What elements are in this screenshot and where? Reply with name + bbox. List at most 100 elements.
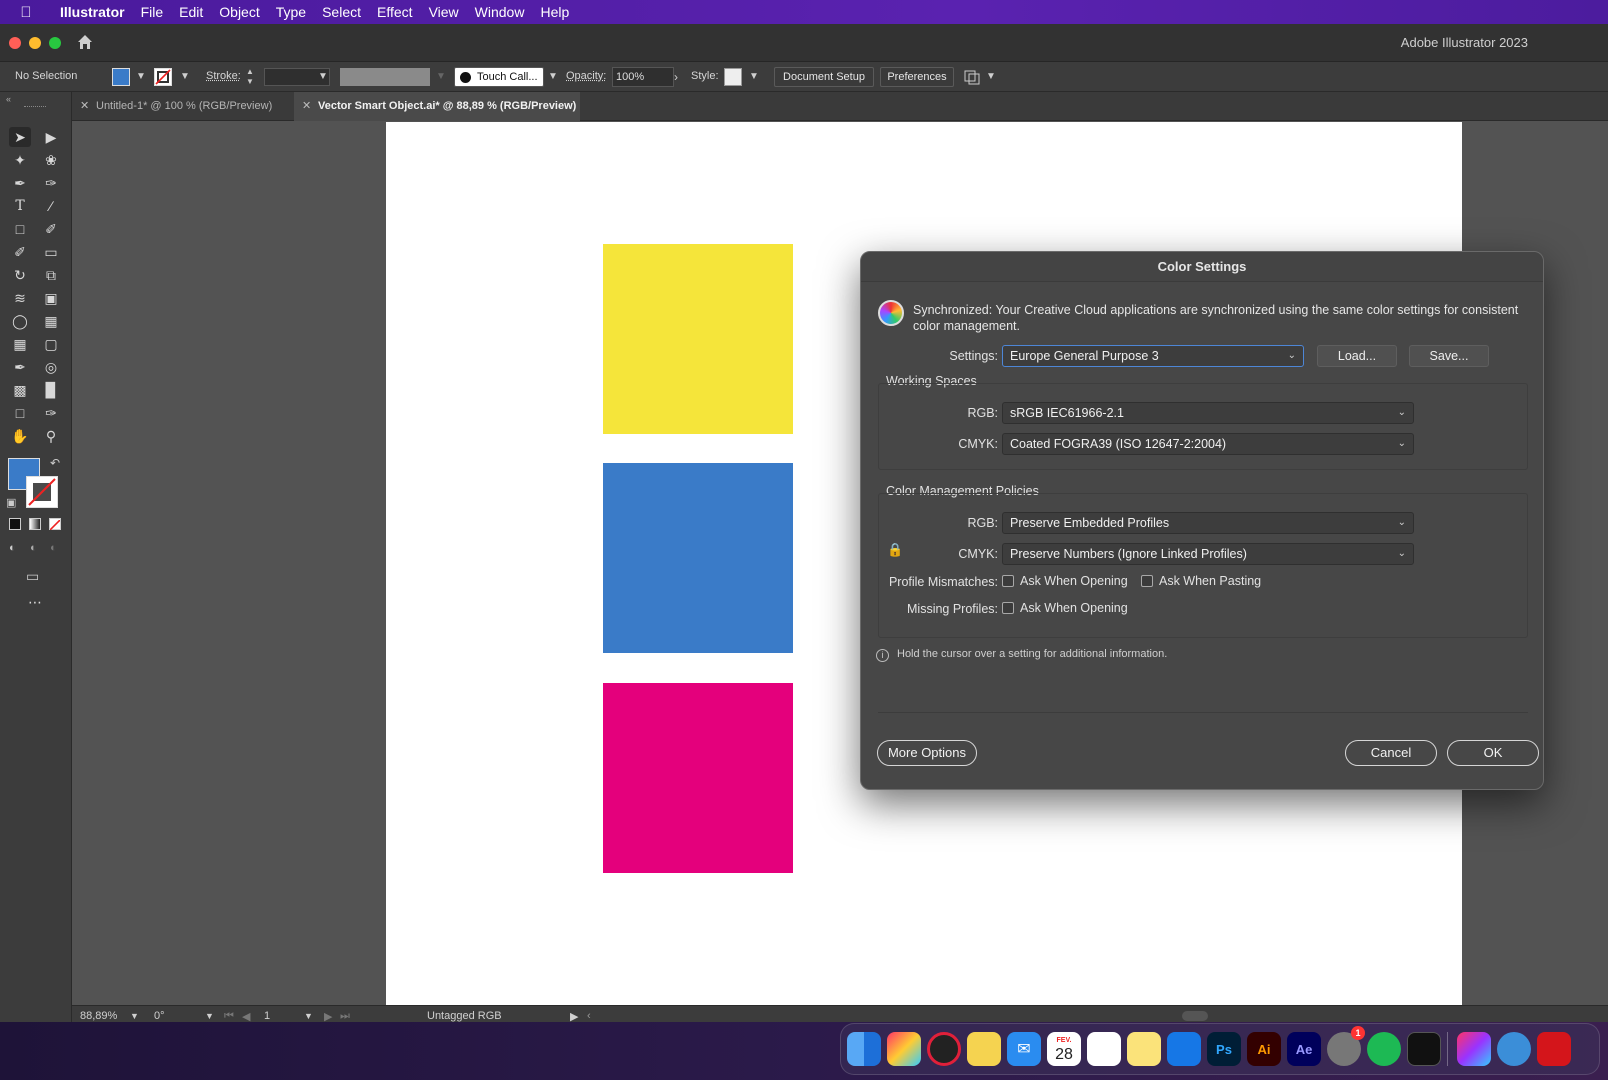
- stroke-stepper[interactable]: ▲ ▼: [246, 67, 258, 87]
- activity-monitor-icon[interactable]: [1407, 1032, 1441, 1066]
- mail-icon[interactable]: ✉: [1007, 1032, 1041, 1066]
- zoom-dropdown-icon[interactable]: ▼: [130, 1011, 139, 1021]
- policy-rgb-select[interactable]: Preserve Embedded Profiles ⌄: [1002, 512, 1414, 534]
- reminders-icon[interactable]: [1087, 1032, 1121, 1066]
- photoshop-icon[interactable]: Ps: [1207, 1032, 1241, 1066]
- finder-icon[interactable]: [847, 1032, 881, 1066]
- scroll-left-icon[interactable]: ‹: [587, 1010, 591, 1022]
- width-tool-icon[interactable]: ≋: [9, 288, 31, 308]
- menu-app-name[interactable]: Illustrator: [52, 4, 133, 20]
- shaper-tool-icon[interactable]: ✐: [9, 242, 31, 262]
- curvature-tool-icon[interactable]: ✑: [40, 173, 62, 193]
- menu-view[interactable]: View: [421, 4, 467, 20]
- working-cmyk-select[interactable]: Coated FOGRA39 (ISO 12647-2:2004) ⌄: [1002, 433, 1414, 455]
- brush-definition-select[interactable]: Touch Call...: [454, 67, 544, 87]
- opacity-arrow-icon[interactable]: ›: [674, 70, 678, 84]
- arrange-documents-icon[interactable]: [964, 69, 980, 88]
- close-tab-icon[interactable]: ✕: [302, 92, 311, 121]
- system-settings-icon[interactable]: 1: [1327, 1026, 1365, 1066]
- stroke-dropdown-icon[interactable]: ▼: [180, 71, 190, 82]
- notes-app-icon[interactable]: [1127, 1032, 1161, 1066]
- ask-when-opening-checkbox[interactable]: [1002, 575, 1014, 587]
- horizontal-scrollbar-thumb[interactable]: [1182, 1011, 1208, 1021]
- close-window-button[interactable]: [9, 37, 21, 49]
- magic-wand-tool-icon[interactable]: ✦: [9, 150, 31, 170]
- minimize-window-button[interactable]: [29, 37, 41, 49]
- rotation-dropdown-icon[interactable]: ▼: [205, 1011, 214, 1021]
- illustrator-icon[interactable]: Ai: [1247, 1032, 1281, 1066]
- menu-file[interactable]: File: [133, 4, 172, 20]
- load-button[interactable]: Load...: [1317, 345, 1397, 367]
- edit-toolbar-icon[interactable]: ⋯: [28, 594, 43, 611]
- none-mode-icon[interactable]: [49, 518, 61, 531]
- quicktime-icon[interactable]: [1497, 1032, 1531, 1066]
- more-options-button[interactable]: More Options: [877, 740, 977, 766]
- swap-fill-stroke-icon[interactable]: ↶: [50, 456, 60, 470]
- acrobat-icon[interactable]: [1537, 1032, 1571, 1066]
- symbol-sprayer-tool-icon[interactable]: ▩: [9, 380, 31, 400]
- type-tool-icon[interactable]: T: [9, 196, 31, 216]
- yellow-square[interactable]: [603, 244, 793, 434]
- screen-mode-icon[interactable]: ▭: [26, 568, 39, 585]
- mesh-tool-icon[interactable]: ▦: [9, 334, 31, 354]
- launchpad-icon[interactable]: [887, 1032, 921, 1066]
- menu-help[interactable]: Help: [532, 4, 577, 20]
- eraser-tool-icon[interactable]: ▭: [40, 242, 62, 262]
- close-tab-icon[interactable]: ✕: [80, 92, 89, 121]
- cancel-button[interactable]: Cancel: [1345, 740, 1437, 766]
- scale-tool-icon[interactable]: ⧉: [40, 265, 62, 285]
- default-fill-stroke-icon[interactable]: ▣: [6, 496, 16, 509]
- free-transform-tool-icon[interactable]: ▣: [40, 288, 62, 308]
- apple-icon[interactable]: : [0, 4, 52, 21]
- zoom-tool-icon[interactable]: ⚲: [40, 426, 62, 446]
- menu-effect[interactable]: Effect: [369, 4, 421, 20]
- notes-icon[interactable]: [967, 1032, 1001, 1066]
- blue-square[interactable]: [603, 463, 793, 653]
- fill-swatch[interactable]: [112, 68, 130, 86]
- profile-dropdown-icon[interactable]: ▼: [436, 71, 446, 82]
- graphic-style-swatch[interactable]: [724, 68, 742, 86]
- color-mode-icon[interactable]: [9, 518, 21, 530]
- stroke-color-swatch[interactable]: [26, 476, 58, 508]
- creative-cloud-icon[interactable]: [1457, 1032, 1491, 1066]
- calendar-icon[interactable]: FEV. 28: [1047, 1032, 1081, 1066]
- save-button[interactable]: Save...: [1409, 345, 1489, 367]
- fill-dropdown-icon[interactable]: ▼: [136, 71, 146, 82]
- magenta-square[interactable]: [603, 683, 793, 873]
- brush-dropdown-icon[interactable]: ▼: [548, 71, 558, 82]
- panel-grip[interactable]: [24, 106, 46, 108]
- missing-ask-when-opening-checkbox[interactable]: [1002, 602, 1014, 614]
- perspective-grid-tool-icon[interactable]: ▦: [40, 311, 62, 331]
- slice-tool-icon[interactable]: ✑: [40, 403, 62, 423]
- settings-select[interactable]: Europe General Purpose 3 ⌄: [1002, 345, 1304, 367]
- hand-tool-icon[interactable]: ✋: [9, 426, 31, 446]
- working-rgb-select[interactable]: sRGB IEC61966-2.1 ⌄: [1002, 402, 1414, 424]
- blend-tool-icon[interactable]: ◎: [40, 357, 62, 377]
- style-dropdown-icon[interactable]: ▼: [749, 71, 759, 82]
- eyedropper-tool-icon[interactable]: ✒: [9, 357, 31, 377]
- document-setup-button[interactable]: Document Setup: [774, 67, 874, 87]
- artboard-tool-icon[interactable]: □: [9, 403, 31, 423]
- tab-untitled[interactable]: ✕ Untitled-1* @ 100 % (RGB/Preview): [72, 92, 292, 121]
- selection-tool-icon[interactable]: ➤: [9, 127, 31, 147]
- draw-normal-icon[interactable]: ◐: [9, 542, 16, 554]
- collapse-panel-icon[interactable]: «: [6, 94, 11, 104]
- variable-width-profile[interactable]: [340, 68, 430, 86]
- rotate-tool-icon[interactable]: ↻: [9, 265, 31, 285]
- ok-button[interactable]: OK: [1447, 740, 1539, 766]
- stroke-weight-dropdown-icon[interactable]: ▼: [318, 71, 328, 82]
- lasso-tool-icon[interactable]: ❀: [40, 150, 62, 170]
- policy-cmyk-select[interactable]: Preserve Numbers (Ignore Linked Profiles…: [1002, 543, 1414, 565]
- menu-edit[interactable]: Edit: [171, 4, 211, 20]
- opacity-input[interactable]: 100%: [612, 67, 674, 87]
- menu-object[interactable]: Object: [211, 4, 267, 20]
- tab-vector-smart-object[interactable]: ✕ Vector Smart Object.ai* @ 88,89 % (RGB…: [294, 92, 580, 121]
- artboard-number[interactable]: 1: [264, 1010, 270, 1022]
- ask-when-pasting-checkbox[interactable]: [1141, 575, 1153, 587]
- spotify-icon[interactable]: [1367, 1032, 1401, 1066]
- menu-select[interactable]: Select: [314, 4, 369, 20]
- menu-window[interactable]: Window: [467, 4, 533, 20]
- after-effects-icon[interactable]: Ae: [1287, 1032, 1321, 1066]
- paintbrush-tool-icon[interactable]: ✐: [40, 219, 62, 239]
- home-icon[interactable]: [76, 33, 94, 54]
